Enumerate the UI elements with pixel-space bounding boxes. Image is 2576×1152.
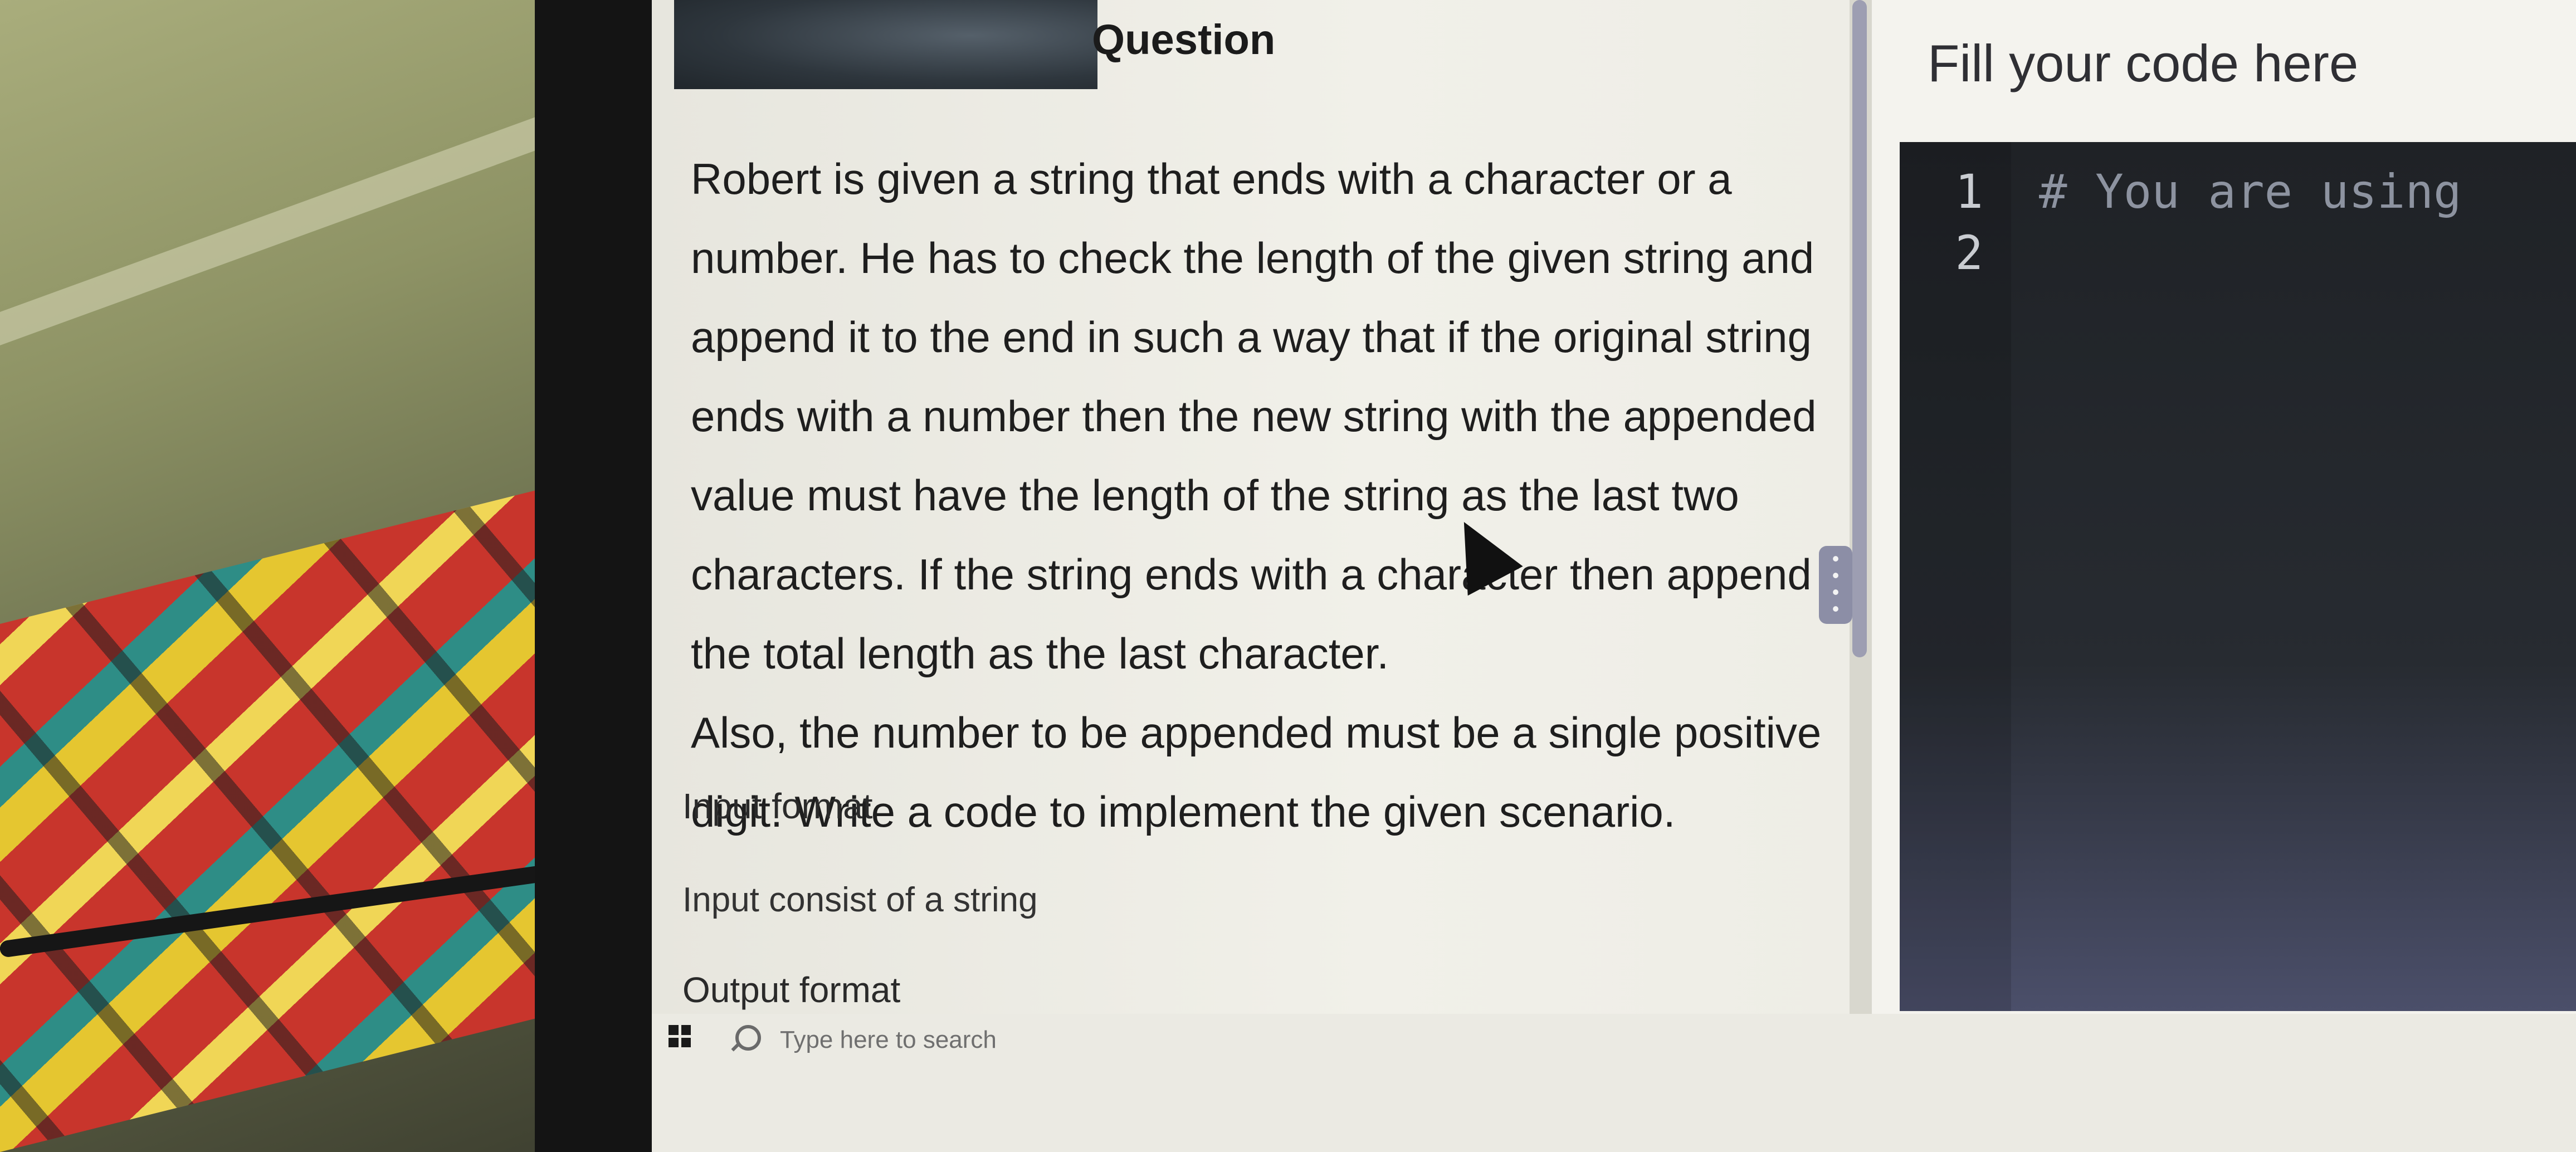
question-line: Robert is given a string that ends with … (691, 154, 1732, 203)
question-line: Also, the number to be appended must be … (691, 708, 1822, 757)
question-line: characters. If the string ends with a ch… (691, 550, 1812, 599)
code-editor[interactable]: 1 2 # You are using (1900, 142, 2576, 1011)
question-panel: Question Robert is given a string that e… (652, 0, 1850, 1014)
code-panel: Fill your code here 1 2 # You are using (1872, 0, 2576, 1152)
code-line[interactable]: # You are using (2039, 164, 2462, 219)
taskbar-search-input[interactable]: Type here to search (780, 1026, 997, 1054)
banner-image (674, 0, 1097, 89)
drag-handle-icon[interactable]: • • • • (1819, 546, 1852, 624)
question-title: Question (1092, 16, 1276, 64)
question-line: append it to the end in such a way that … (691, 313, 1812, 362)
windows-start-icon[interactable] (669, 1025, 691, 1047)
line-number: 2 (1955, 226, 1983, 280)
question-line: number. He has to check the length of th… (691, 233, 1814, 282)
output-format-heading: Output format (682, 970, 901, 1010)
code-panel-title: Fill your code here (1928, 34, 2359, 92)
input-format-heading: Input format (682, 786, 873, 826)
question-line: the total length as the last character. (691, 629, 1389, 678)
search-icon[interactable] (735, 1025, 761, 1051)
taskbar: Type here to search (652, 1014, 2576, 1152)
input-format-text: Input consist of a string (682, 881, 1038, 919)
line-number: 1 (1955, 164, 1983, 219)
question-line: value must have the length of the string… (691, 471, 1739, 520)
question-line: ends with a number then the new string w… (691, 392, 1817, 441)
question-description: Robert is given a string that ends with … (691, 139, 1822, 851)
scrollbar-thumb[interactable] (1852, 0, 1867, 657)
screen: Question Robert is given a string that e… (652, 0, 2576, 1152)
